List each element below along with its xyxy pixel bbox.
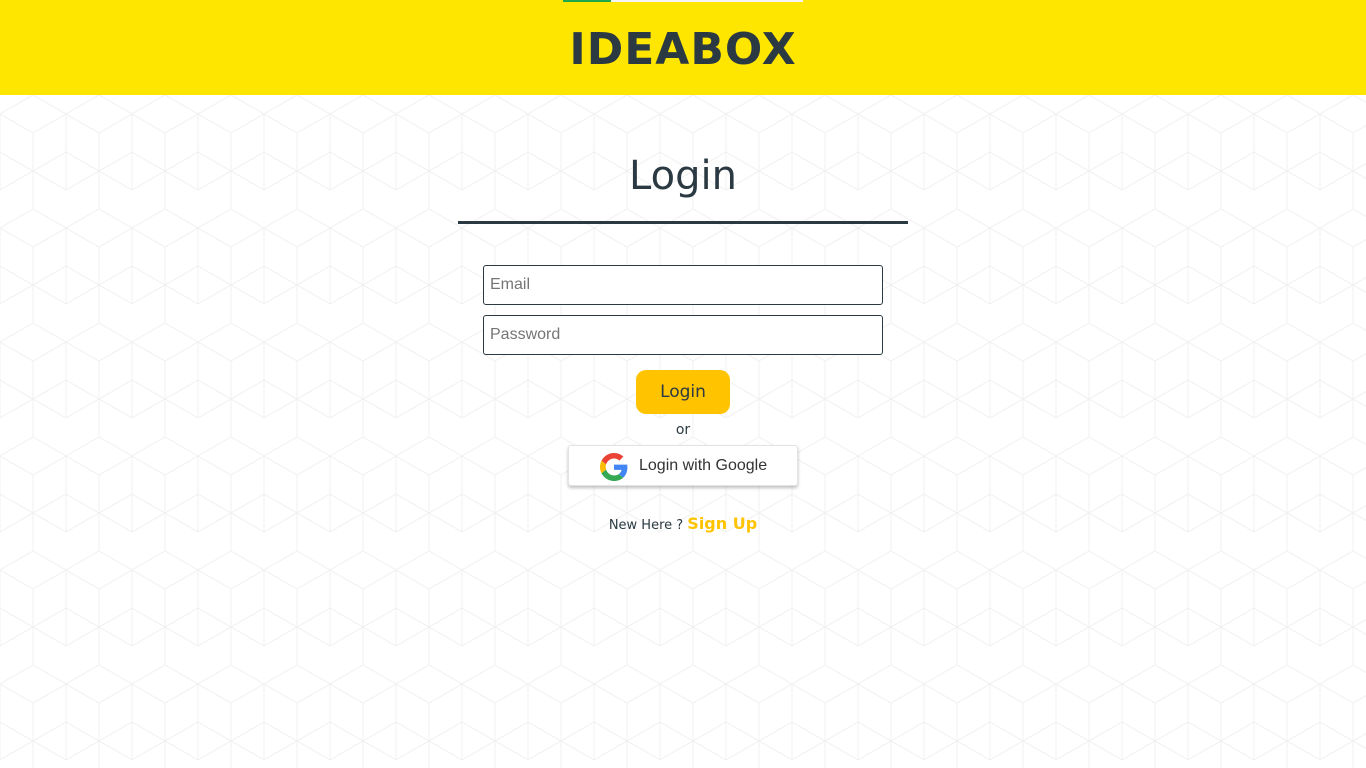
new-here-text: New Here ?	[608, 518, 688, 533]
brand-logo[interactable]: IDEABOX	[0, 22, 1366, 78]
signup-link[interactable]: Sign Up	[687, 514, 757, 533]
password-field[interactable]	[483, 315, 883, 355]
or-separator: or	[675, 422, 691, 438]
signup-prompt: New Here ? Sign Up	[0, 513, 1366, 537]
loading-progress-bar	[563, 0, 803, 2]
google-icon	[600, 453, 628, 481]
google-login-label: Login with Google	[639, 457, 768, 474]
top-header: IDEABOX	[0, 0, 1366, 95]
title-divider	[458, 221, 908, 224]
login-title: Login	[629, 153, 737, 199]
email-field[interactable]	[483, 265, 883, 305]
login-panel: Login Login or Login with Google New Her…	[0, 95, 1366, 768]
login-button[interactable]: Login	[636, 370, 730, 414]
loading-progress-fill	[563, 0, 611, 2]
google-login-button[interactable]: Login with Google	[568, 445, 798, 486]
